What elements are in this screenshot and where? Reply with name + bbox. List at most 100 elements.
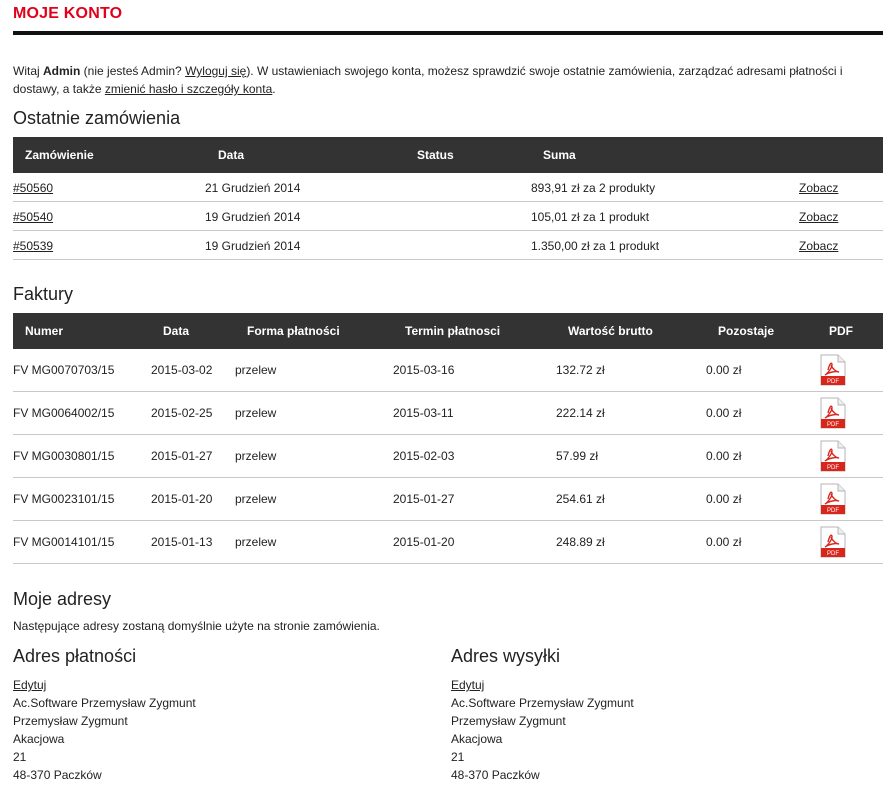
invoice-gross: 248.89 zł bbox=[556, 535, 605, 549]
billing-name: Przemysław Zygmunt bbox=[13, 714, 128, 728]
pdf-icon[interactable]: PDF bbox=[820, 397, 846, 429]
invoices-col-pdf: PDF bbox=[829, 324, 853, 338]
invoice-gross: 57.99 zł bbox=[556, 449, 599, 463]
invoice-number: FV MG0064002/15 bbox=[13, 406, 115, 420]
invoice-gross: 132.72 zł bbox=[556, 363, 605, 377]
invoices-col-payment: Forma płatności bbox=[247, 324, 340, 338]
order-date: 19 Grudzień 2014 bbox=[205, 239, 301, 253]
pdf-icon[interactable]: PDF bbox=[820, 354, 846, 386]
intro-text-end: . bbox=[272, 82, 276, 96]
invoice-payment: przelew bbox=[235, 449, 277, 463]
pdf-icon[interactable]: PDF bbox=[820, 483, 846, 515]
invoices-col-date: Data bbox=[163, 324, 190, 338]
invoice-remaining: 0.00 zł bbox=[706, 406, 742, 420]
order-view-link[interactable]: Zobacz bbox=[799, 210, 838, 224]
invoice-due: 2015-01-27 bbox=[393, 492, 455, 506]
greeting-prefix: Witaj bbox=[13, 64, 43, 78]
invoices-col-due: Termin płatnosci bbox=[405, 324, 501, 338]
shipping-address-title: Adres wysyłki bbox=[451, 646, 561, 666]
user-name: Admin bbox=[43, 64, 81, 78]
billing-address-title: Adres płatności bbox=[13, 646, 137, 666]
invoice-date: 2015-01-13 bbox=[151, 535, 213, 549]
billing-address: Adres płatności Edytuj Ac.Software Przem… bbox=[13, 646, 433, 784]
order-total: 893,91 zł za 2 produkty bbox=[531, 181, 656, 195]
orders-col-total: Suma bbox=[543, 148, 576, 162]
billing-city: 48-370 Paczków bbox=[13, 768, 102, 782]
invoice-number: FV MG0070703/15 bbox=[13, 363, 115, 377]
invoice-payment: przelew bbox=[235, 492, 277, 506]
order-view-link[interactable]: Zobacz bbox=[799, 239, 838, 253]
shipping-number: 21 bbox=[451, 750, 465, 764]
pdf-icon[interactable]: PDF bbox=[820, 526, 846, 558]
billing-street: Akacjowa bbox=[13, 732, 65, 746]
invoice-remaining: 0.00 zł bbox=[706, 492, 742, 506]
invoices-col-remaining: Pozostaje bbox=[718, 324, 775, 338]
order-row: #50540 19 Grudzień 2014 105,01 zł za 1 p… bbox=[13, 202, 883, 231]
title-divider bbox=[13, 31, 883, 35]
orders-col-order: Zamówienie bbox=[25, 148, 94, 162]
invoice-row: FV MG0030801/15 2015-01-27 przelew 2015-… bbox=[13, 435, 883, 478]
shipping-name: Przemysław Zygmunt bbox=[451, 714, 566, 728]
invoice-due: 2015-01-20 bbox=[393, 535, 455, 549]
invoice-date: 2015-02-25 bbox=[151, 406, 213, 420]
addresses-note: Następujące adresy zostaną domyślnie uży… bbox=[13, 619, 380, 633]
invoices-table-header: Numer Data Forma płatności Termin płatno… bbox=[13, 313, 883, 349]
order-number-link[interactable]: #50540 bbox=[13, 210, 53, 224]
change-password-link[interactable]: zmienić hasło i szczegóły konta bbox=[105, 82, 272, 96]
invoice-payment: przelew bbox=[235, 363, 277, 377]
invoice-gross: 254.61 zł bbox=[556, 492, 605, 506]
invoice-row: FV MG0070703/15 2015-03-02 przelew 2015-… bbox=[13, 349, 883, 392]
order-number-link[interactable]: #50539 bbox=[13, 239, 53, 253]
orders-table-header: Zamówienie Data Status Suma bbox=[13, 137, 883, 173]
invoice-number: FV MG0030801/15 bbox=[13, 449, 115, 463]
order-row: #50560 21 Grudzień 2014 893,91 zł za 2 p… bbox=[13, 173, 883, 202]
order-row: #50539 19 Grudzień 2014 1.350,00 zł za 1… bbox=[13, 231, 883, 260]
invoices-table: Numer Data Forma płatności Termin płatno… bbox=[13, 313, 883, 564]
invoice-number: FV MG0023101/15 bbox=[13, 492, 115, 506]
shipping-address: Adres wysyłki Edytuj Ac.Software Przemys… bbox=[451, 646, 871, 784]
invoice-due: 2015-02-03 bbox=[393, 449, 455, 463]
billing-number: 21 bbox=[13, 750, 27, 764]
invoice-row: FV MG0023101/15 2015-01-20 przelew 2015-… bbox=[13, 478, 883, 521]
invoice-date: 2015-03-02 bbox=[151, 363, 213, 377]
invoice-payment: przelew bbox=[235, 406, 277, 420]
pdf-icon[interactable]: PDF bbox=[820, 440, 846, 472]
invoices-heading: Faktury bbox=[13, 284, 74, 304]
addresses-heading: Moje adresy bbox=[13, 589, 112, 609]
billing-company: Ac.Software Przemysław Zygmunt bbox=[13, 696, 196, 710]
shipping-edit-link[interactable]: Edytuj bbox=[451, 678, 484, 692]
invoice-due: 2015-03-11 bbox=[393, 406, 454, 420]
invoices-col-number: Numer bbox=[25, 324, 64, 338]
pdf-icon-label: PDF bbox=[827, 551, 839, 557]
shipping-company: Ac.Software Przemysław Zygmunt bbox=[451, 696, 634, 710]
billing-edit-link[interactable]: Edytuj bbox=[13, 678, 46, 692]
pdf-icon-label: PDF bbox=[827, 508, 839, 514]
invoice-date: 2015-01-20 bbox=[151, 492, 213, 506]
order-number-link[interactable]: #50560 bbox=[13, 181, 53, 195]
orders-table: Zamówienie Data Status Suma #50560 21 Gr… bbox=[13, 137, 883, 260]
orders-col-status: Status bbox=[417, 148, 454, 162]
orders-col-date: Data bbox=[218, 148, 245, 162]
invoice-date: 2015-01-27 bbox=[151, 449, 213, 463]
pdf-icon-label: PDF bbox=[827, 422, 839, 428]
not-you-prefix: (nie jesteś Admin? bbox=[80, 64, 186, 78]
orders-heading: Ostatnie zamówienia bbox=[13, 108, 181, 128]
order-total: 1.350,00 zł za 1 produkt bbox=[531, 239, 660, 253]
pdf-icon-label: PDF bbox=[827, 379, 839, 385]
order-date: 21 Grudzień 2014 bbox=[205, 181, 301, 195]
invoice-due: 2015-03-16 bbox=[393, 363, 455, 377]
invoice-row: FV MG0014101/15 2015-01-13 przelew 2015-… bbox=[13, 521, 883, 564]
pdf-icon-label: PDF bbox=[827, 465, 839, 471]
shipping-city: 48-370 Paczków bbox=[451, 768, 540, 782]
invoice-remaining: 0.00 zł bbox=[706, 363, 742, 377]
invoice-gross: 222.14 zł bbox=[556, 406, 605, 420]
order-total: 105,01 zł za 1 produkt bbox=[531, 210, 650, 224]
intro-paragraph: Witaj Admin (nie jesteś Admin? Wyloguj s… bbox=[13, 62, 881, 98]
logout-link[interactable]: Wyloguj się bbox=[185, 64, 246, 78]
shipping-street: Akacjowa bbox=[451, 732, 503, 746]
invoice-payment: przelew bbox=[235, 535, 277, 549]
order-date: 19 Grudzień 2014 bbox=[205, 210, 301, 224]
order-view-link[interactable]: Zobacz bbox=[799, 181, 838, 195]
invoice-row: FV MG0064002/15 2015-02-25 przelew 2015-… bbox=[13, 392, 883, 435]
invoice-remaining: 0.00 zł bbox=[706, 449, 742, 463]
